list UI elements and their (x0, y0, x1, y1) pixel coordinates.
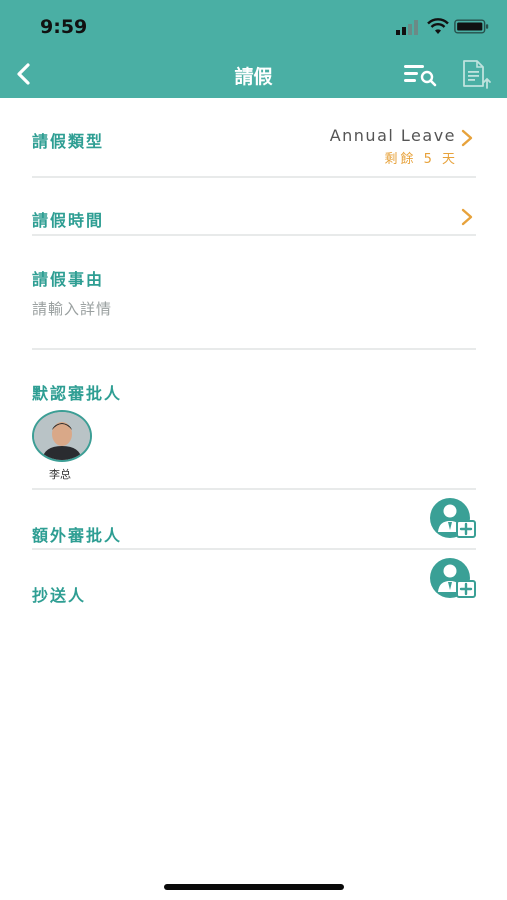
divider (32, 548, 476, 550)
leave-type-label: 請假類型 (32, 132, 105, 151)
approver-photo (34, 412, 90, 460)
default-approver-row: 默認審批人 (32, 378, 476, 406)
wifi-icon (427, 18, 449, 34)
extra-approver-row: 額外審批人 (32, 520, 476, 548)
approver-name: 李总 (49, 468, 71, 481)
chevron-right-icon (461, 208, 473, 226)
extra-approver-label: 額外審批人 (32, 526, 123, 545)
leave-type-value: Annual Leave (329, 126, 456, 145)
divider (32, 488, 476, 490)
chevron-right-icon (461, 129, 473, 147)
status-time: 9:59 (40, 16, 88, 38)
cc-label: 抄送人 (32, 586, 87, 605)
battery-icon (454, 19, 489, 34)
leave-reason-label: 請假事由 (32, 270, 105, 289)
add-person-icon[interactable] (428, 498, 478, 540)
divider (32, 234, 476, 236)
document-upload-icon[interactable] (458, 58, 492, 90)
leave-reason-input[interactable]: 請輸入詳情 (32, 298, 112, 319)
avatar[interactable] (32, 410, 92, 462)
remaining-days: 剩餘 5 天 (384, 152, 458, 167)
leave-type-row[interactable]: 請假類型 Annual Leave 剩餘 5 天 (32, 126, 476, 172)
leave-time-label: 請假時間 (32, 211, 105, 230)
nav-bar: 請假 (0, 50, 507, 98)
divider (32, 176, 476, 178)
add-person-icon[interactable] (428, 558, 478, 600)
signal-icon (396, 20, 418, 35)
leave-time-row[interactable]: 請假時間 (32, 205, 476, 233)
default-approver-label: 默認審批人 (32, 384, 123, 403)
status-bar: 9:59 (0, 0, 507, 50)
divider (32, 348, 476, 350)
leave-reason-row: 請假事由 請輸入詳情 (32, 264, 476, 334)
home-indicator (164, 884, 344, 890)
list-search-icon[interactable] (402, 60, 440, 88)
cc-row: 抄送人 (32, 580, 476, 608)
